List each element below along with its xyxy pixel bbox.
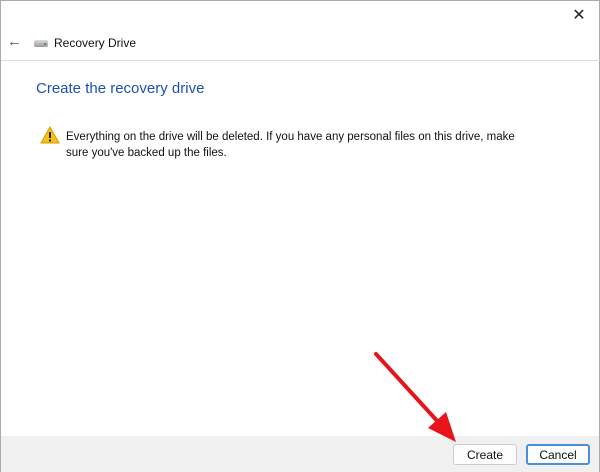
annotation-arrow xyxy=(374,352,456,442)
